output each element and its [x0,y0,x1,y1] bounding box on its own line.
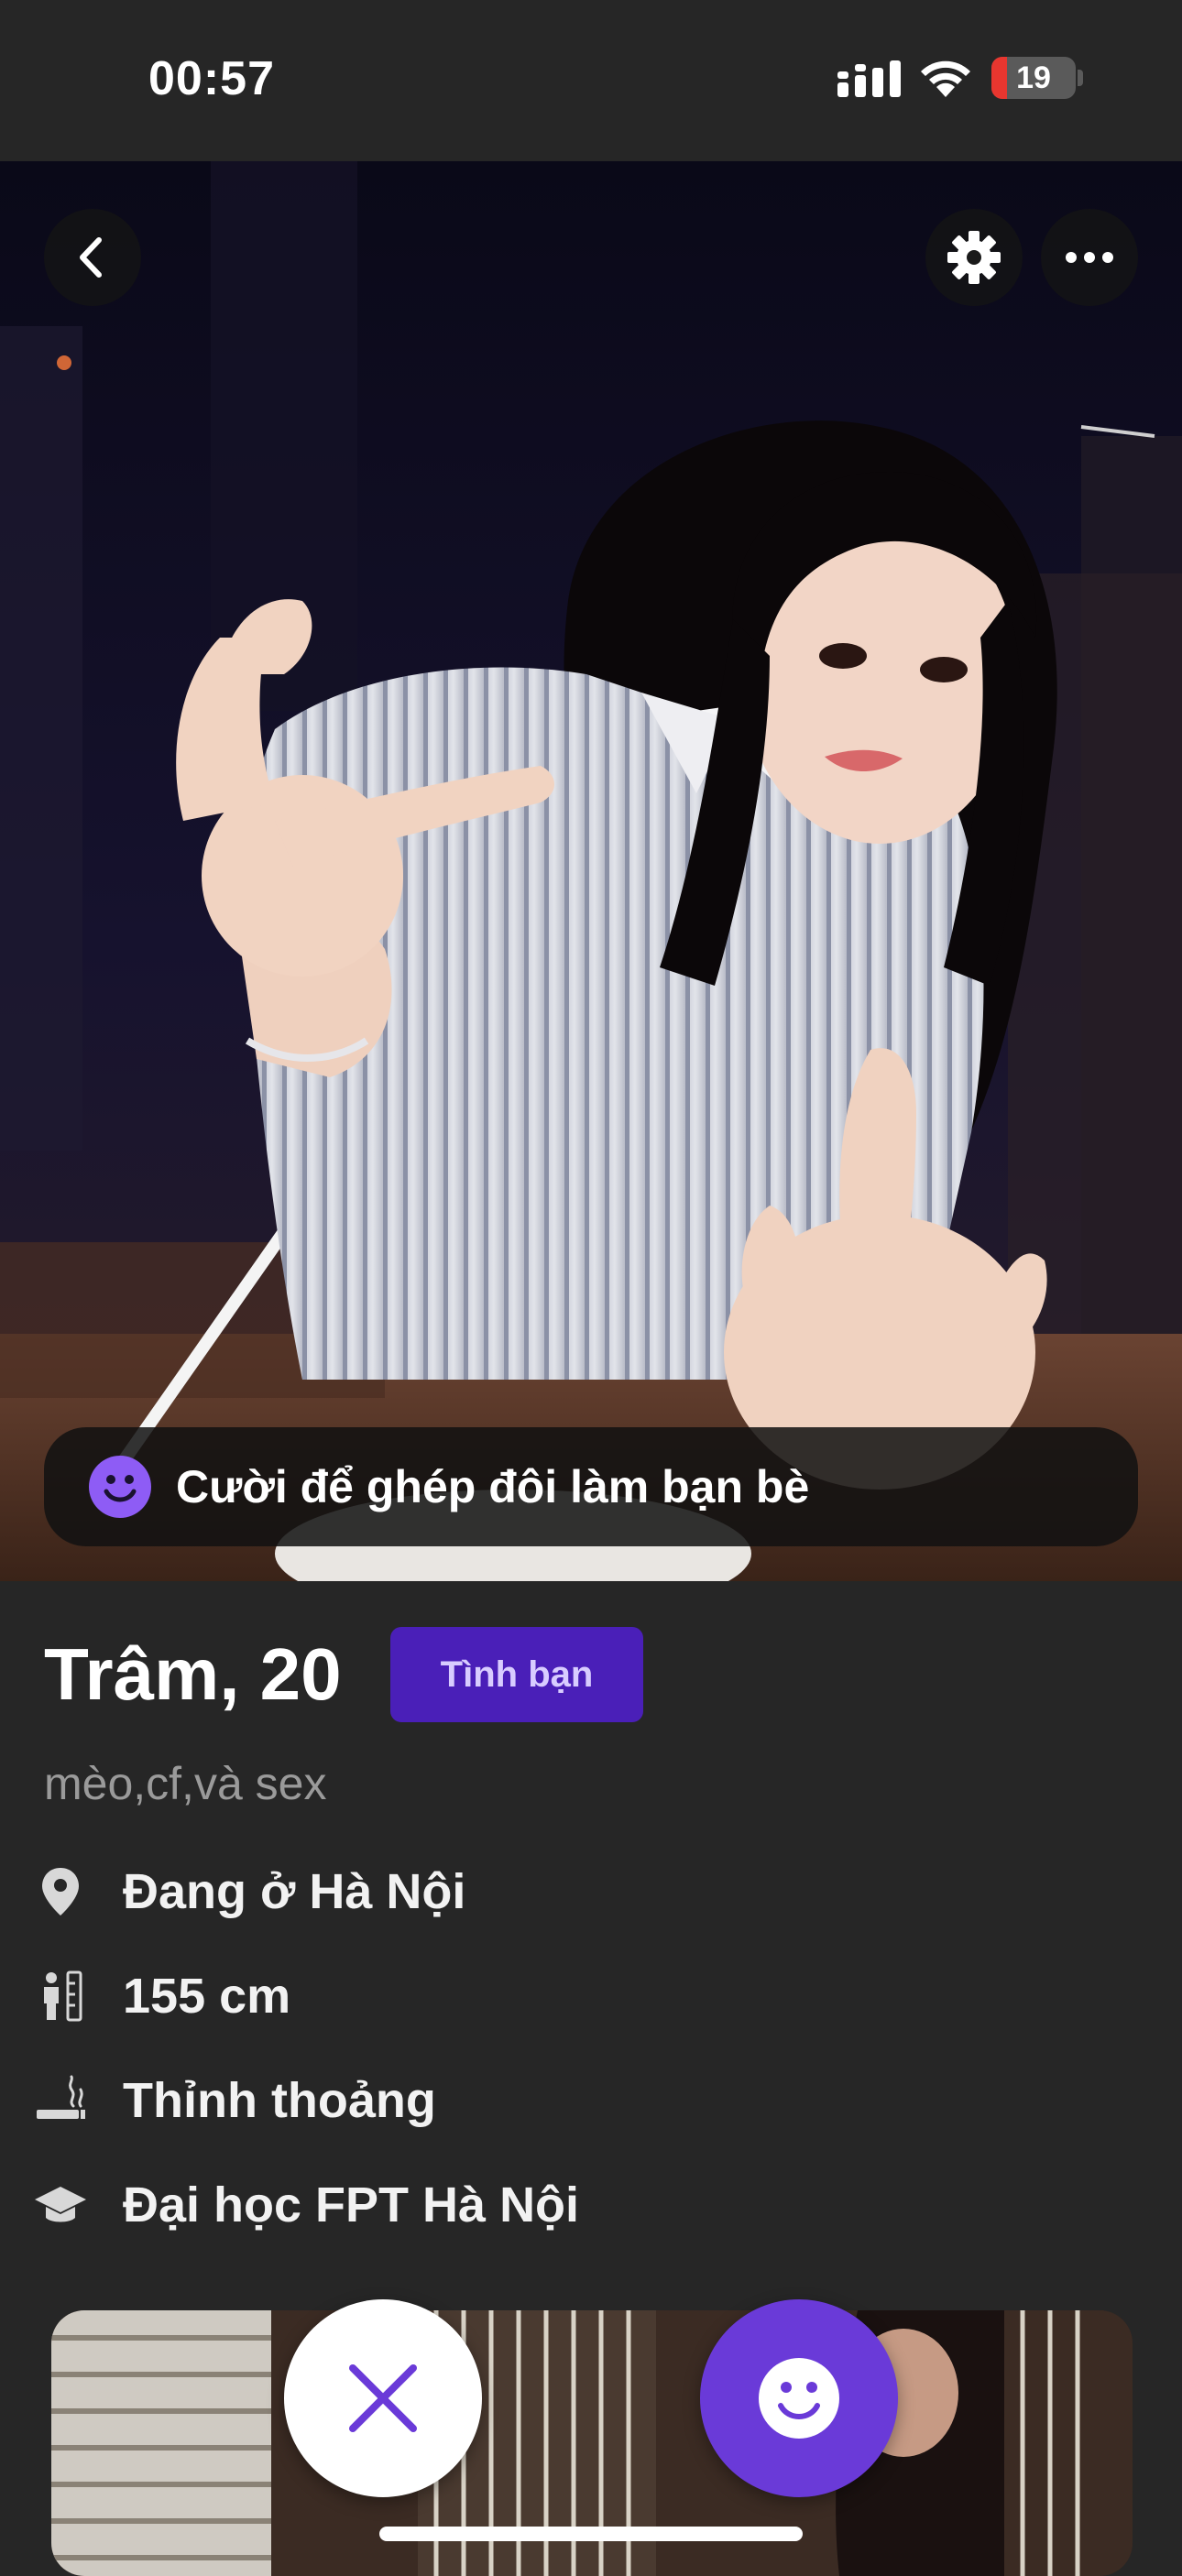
detail-location: Đang ở Hà Nội [0,1850,1182,1933]
profile-bio: mèo,cf,và sex [44,1758,327,1809]
smile-like-button[interactable] [700,2299,898,2497]
back-button[interactable] [44,209,141,306]
battery-cap [1078,70,1083,86]
back-icon [80,237,102,278]
relationship-goal-badge: Tình bạn [390,1627,643,1722]
location-pin-icon [42,1868,79,1916]
cellular-signal-icon [837,60,901,97]
pass-button[interactable] [284,2299,482,2497]
more-dots-icon [1066,252,1113,263]
cigarette-icon [37,2075,85,2119]
profile-photo-image [0,161,1182,1581]
height-text: 155 cm [123,1969,291,2024]
close-x-icon [349,2364,417,2432]
wifi-icon [921,60,970,97]
smile-to-match-banner[interactable]: Cười để ghép đôi làm bạn bè [44,1427,1138,1546]
detail-smoking: Thỉnh thoảng [0,2059,1182,2142]
battery-icon: 19 [991,57,1076,99]
settings-button[interactable] [925,209,1023,306]
smiley-icon [759,2358,839,2439]
smiley-icon [89,1456,151,1518]
more-options-button[interactable] [1041,209,1138,306]
battery-percent: 19 [1016,60,1051,95]
profile-name-age: Trâm, 20 [44,1633,342,1715]
home-indicator[interactable] [379,2527,803,2541]
height-ruler-icon [44,1970,82,2022]
status-bar: 00:57 19 [0,0,1182,161]
banner-text: Cười để ghép đôi làm bạn bè [176,1461,810,1512]
location-text: Đang ở Hà Nội [123,1864,466,1919]
education-text: Đại học FPT Hà Nội [123,2178,580,2232]
smoking-text: Thỉnh thoảng [123,2073,436,2128]
profile-photo[interactable]: Cười để ghép đôi làm bạn bè [0,161,1182,1581]
detail-education: Đại học FPT Hà Nội [0,2164,1182,2246]
graduation-cap-icon [35,2187,86,2222]
gear-icon [947,231,1001,284]
status-time: 00:57 [148,52,275,105]
detail-height: 155 cm [0,1955,1182,2037]
